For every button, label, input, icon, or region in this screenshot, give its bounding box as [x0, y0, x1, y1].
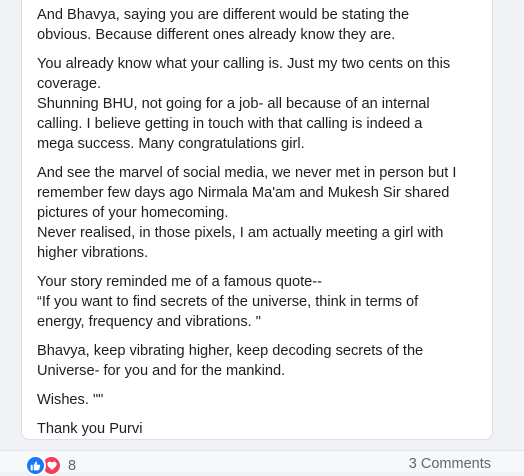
text-line: energy, frequency and vibrations. "	[37, 314, 261, 330]
paragraph: Your story reminded me of a famous quote…	[37, 272, 482, 332]
text-line: Wishes. ""	[37, 392, 104, 408]
post-footer: 8 3 Comments	[0, 450, 524, 476]
comments-link[interactable]: 3 Comments	[409, 456, 491, 472]
text-line: calling. I believe getting in touch with…	[37, 116, 423, 132]
text-line: remember few days ago Nirmala Ma'am and …	[37, 185, 450, 201]
text-line: And see the marvel of social media, we n…	[37, 165, 457, 181]
text-line: Thank you Purvi	[37, 421, 143, 437]
reactions-summary[interactable]: 8	[25, 455, 76, 476]
text-line: pictures of your homecoming.	[37, 205, 229, 221]
reaction-count: 8	[68, 457, 77, 474]
paragraph: You already know what your calling is. J…	[37, 54, 482, 154]
paragraph: Thank you Purvi	[37, 419, 482, 439]
text-line: You already know what your calling is. J…	[37, 56, 451, 72]
text-line: obvious. Because different ones already …	[37, 27, 396, 43]
paragraph: Wishes. ""	[37, 390, 482, 410]
text-line: higher vibrations.	[37, 245, 149, 261]
text-line: coverage.	[37, 76, 102, 92]
text-line: And Bhavya, saying you are different wou…	[37, 7, 410, 23]
text-line: Bhavya, keep vibrating higher, keep deco…	[37, 343, 424, 359]
text-line: mega success. Many congratulations girl.	[37, 136, 305, 152]
paragraph: Bhavya, keep vibrating higher, keep deco…	[37, 341, 482, 381]
paragraph: And Bhavya, saying you are different wou…	[37, 5, 482, 45]
like-icon	[25, 455, 46, 476]
post-body: And Bhavya, saying you are different wou…	[37, 5, 482, 448]
text-line: Shunning BHU, not going for a job- all b…	[37, 96, 430, 112]
text-line: Your story reminded me of a famous quote…	[37, 274, 322, 290]
text-line: “If you want to find secrets of the univ…	[37, 294, 419, 310]
post-card: And Bhavya, saying you are different wou…	[21, 0, 493, 440]
text-line: Never realised, in those pixels, I am ac…	[37, 225, 444, 241]
text-line: Universe- for you and for the mankind.	[37, 363, 286, 379]
paragraph: And see the marvel of social media, we n…	[37, 163, 482, 263]
